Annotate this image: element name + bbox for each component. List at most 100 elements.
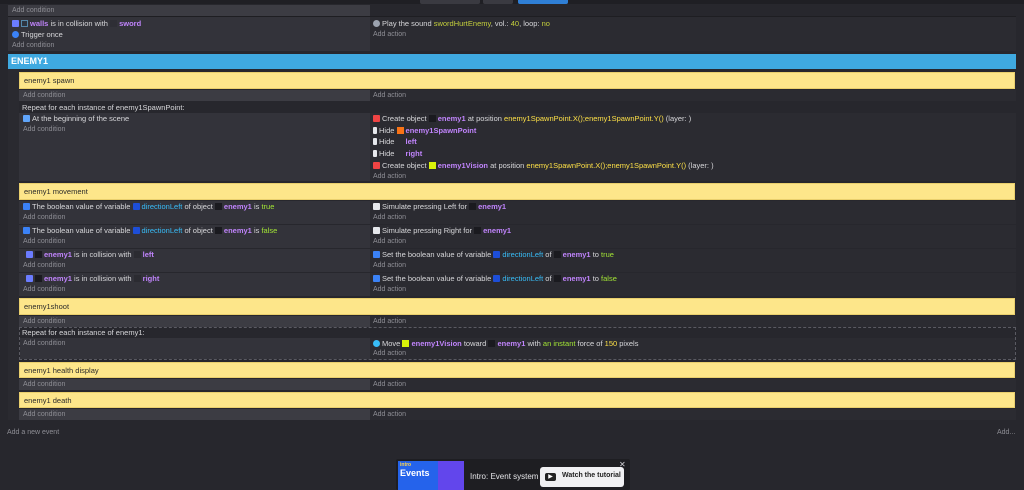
object-thumbnail-icon [214,203,222,210]
action-text[interactable]: Create object [382,114,427,123]
close-icon[interactable]: ✕ [619,460,626,469]
boolean-value[interactable]: true [261,202,274,211]
group-title: ENEMY1 [11,56,49,66]
add-condition-bar[interactable]: Add condition [19,90,370,101]
condition-text[interactable]: At the beginning of the scene [32,114,129,123]
add-condition-bar[interactable]: Add condition [19,409,370,420]
add-action-link[interactable]: Add action [373,212,406,223]
toolbar-button[interactable] [483,0,513,4]
object-name[interactable]: left [406,137,417,146]
action-text[interactable]: Hide [379,149,394,158]
comment-enemy1-health-display[interactable]: enemy1 health display [19,362,1015,378]
object-name[interactable]: enemy1 [224,202,252,211]
add-condition-bar[interactable]: Add condition [19,379,370,390]
add-condition-link[interactable]: Add condition [12,40,54,51]
add-action-link[interactable]: Add action [373,236,406,247]
object-name[interactable]: enemy1Vision [438,161,488,170]
comment-enemy1-spawn[interactable]: enemy1 spawn [19,72,1015,89]
object-name[interactable]: right [406,149,423,158]
condition-text[interactable]: The boolean value of variable [32,226,130,235]
add-more-menu[interactable]: Add... [997,427,1015,438]
comment-enemy1-movement[interactable]: enemy1 movement [19,183,1015,200]
object-name[interactable]: sword [119,19,141,28]
object-name[interactable]: enemy1 [563,250,591,259]
object-name[interactable]: enemy1 [497,339,525,348]
add-condition-link[interactable]: Add condition [12,5,54,16]
object-name[interactable]: right [143,274,160,283]
object-name[interactable]: enemy1SpawnPoint [406,126,477,135]
trigger-once-icon [12,31,19,38]
add-condition-link[interactable]: Add condition [23,260,65,271]
add-condition-bar[interactable]: Add condition [8,5,370,16]
object-name[interactable]: walls [30,19,48,28]
object-thumbnail-icon [553,275,561,282]
object-name[interactable]: enemy1 [478,202,506,211]
add-action-link[interactable]: Add action [373,316,406,327]
action-text[interactable]: Hide [379,126,394,135]
tutorial-thumbnail[interactable]: intro Events [398,461,464,490]
force-value[interactable]: 150 [605,339,618,348]
loop-value[interactable]: no [542,19,550,28]
boolean-value[interactable]: false [261,226,277,235]
sound-name[interactable]: swordHurtEnemy [434,19,491,28]
boolean-value[interactable]: false [601,274,617,283]
object-name[interactable]: enemy1 [44,250,72,259]
boolean-value[interactable]: true [601,250,614,259]
add-condition-link[interactable]: Add condition [23,236,65,247]
action-text[interactable]: Move [382,339,400,348]
variable-type-icon [132,227,140,234]
add-condition-link[interactable]: Add condition [23,124,65,135]
add-new-event-link[interactable]: Add a new event [7,427,59,438]
watch-tutorial-button[interactable]: ▶ Watch the tutorial [540,467,624,487]
action-text: (layer: ) [665,114,692,123]
add-condition-link[interactable]: Add condition [23,316,65,327]
volume-value[interactable]: 40 [511,19,519,28]
action-text[interactable]: Play the sound [382,19,432,28]
add-action-link[interactable]: Add action [373,260,406,271]
action-text[interactable]: Simulate pressing Left for [382,202,467,211]
add-action-link[interactable]: Add action [373,409,406,420]
action-text[interactable]: Create object [382,161,427,170]
repeat-header[interactable]: Repeat for each instance of enemy1: [22,327,145,338]
action-text[interactable]: Set the boolean value of variable [382,274,491,283]
condition-text[interactable]: The boolean value of variable [32,202,130,211]
object-name[interactable]: enemy1 [438,114,466,123]
variable-name[interactable]: directionLeft [142,226,183,235]
add-action-link[interactable]: Add action [373,171,406,182]
repeat-header[interactable]: Repeat for each instance of enemy1SpawnP… [22,102,185,113]
action-text[interactable]: Simulate pressing Right for [382,226,472,235]
add-condition-link[interactable]: Add condition [23,409,65,420]
object-name[interactable]: enemy1 [563,274,591,283]
add-condition-link[interactable]: Add condition [23,212,65,223]
action-text[interactable]: Hide [379,137,394,146]
sound-icon [373,20,380,27]
comment-enemy1-shoot[interactable]: enemy1shoot [19,298,1015,315]
group-header[interactable]: ENEMY1 [8,54,1016,69]
position-expression[interactable]: enemy1SpawnPoint.X();enemy1SpawnPoint.Y(… [504,114,664,123]
condition-text[interactable]: Trigger once [21,30,63,39]
add-action-link[interactable]: Add action [373,29,406,40]
toolbar-primary-button[interactable] [518,0,568,4]
position-expression[interactable]: enemy1SpawnPoint.X();enemy1SpawnPoint.Y(… [526,161,686,170]
force-type[interactable]: an instant [543,339,576,348]
add-condition-link[interactable]: Add condition [23,284,65,295]
variable-name[interactable]: directionLeft [502,250,543,259]
comment-enemy1-death[interactable]: enemy1 death [19,392,1015,408]
add-action-link[interactable]: Add action [373,284,406,295]
add-condition-link[interactable]: Add condition [23,90,65,101]
variable-name[interactable]: directionLeft [142,202,183,211]
object-name[interactable]: enemy1 [224,226,252,235]
variable-name[interactable]: directionLeft [502,274,543,283]
object-name[interactable]: enemy1 [483,226,511,235]
add-condition-link[interactable]: Add condition [23,338,65,349]
add-action-link[interactable]: Add action [373,90,406,101]
object-name[interactable]: enemy1 [44,274,72,283]
add-condition-link[interactable]: Add condition [23,379,65,390]
add-condition-bar[interactable]: Add condition [19,316,370,327]
object-name[interactable]: enemy1Vision [411,339,461,348]
object-name[interactable]: left [143,250,154,259]
add-action-link[interactable]: Add action [373,348,406,359]
toolbar-button[interactable] [420,0,480,4]
add-action-link[interactable]: Add action [373,379,406,390]
action-text[interactable]: Set the boolean value of variable [382,250,491,259]
